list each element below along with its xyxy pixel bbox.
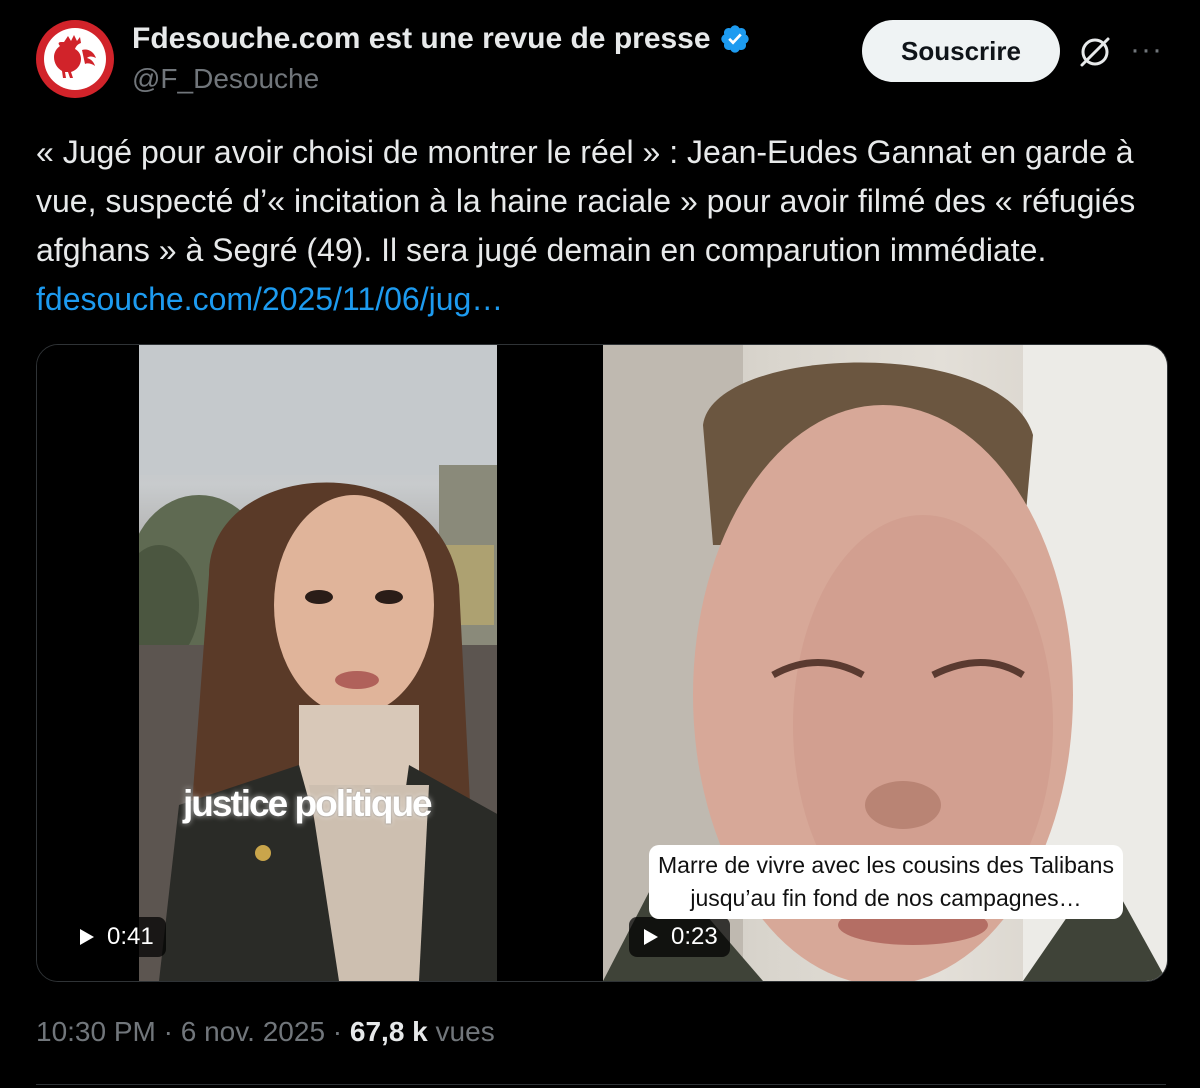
- avatar[interactable]: [36, 20, 114, 98]
- tweet-time[interactable]: 10:30 PM: [36, 1016, 156, 1047]
- tweet-link[interactable]: fdesouche.com/2025/11/06/jug…: [36, 281, 503, 317]
- author-display-name[interactable]: Fdesouche.com est une revue de presse: [132, 22, 711, 56]
- more-options-icon[interactable]: ···: [1130, 30, 1166, 70]
- video-1-thumbnail: [139, 345, 497, 981]
- tweet-date[interactable]: 6 nov. 2025: [181, 1016, 325, 1047]
- verified-badge-icon: [720, 25, 749, 53]
- tweet-body: « Jugé pour avoir choisi de montrer le r…: [36, 134, 1136, 268]
- tweet-text: « Jugé pour avoir choisi de montrer le r…: [36, 128, 1176, 324]
- video-1-duration: 0:41: [107, 923, 154, 950]
- video-2-caption: Marre de vivre avec les cousins des Tali…: [649, 845, 1123, 919]
- meta-separator: ·: [155, 1016, 181, 1047]
- video-1-image: [139, 345, 497, 981]
- play-icon: [644, 929, 658, 945]
- grok-icon[interactable]: [1076, 33, 1114, 71]
- subscribe-button[interactable]: Souscrire: [862, 20, 1060, 82]
- media-grid: justice politique 0:41 0:23 Marre de viv…: [36, 344, 1168, 982]
- tweet: Fdesouche.com est une revue de presse @F…: [0, 0, 1200, 1088]
- video-2[interactable]: 0:23 Marre de vivre avec les cousins des…: [603, 345, 1167, 981]
- views-label: vues: [435, 1016, 495, 1047]
- video-2-duration: 0:23: [671, 923, 718, 950]
- video-1[interactable]: justice politique 0:41: [37, 345, 599, 981]
- views-count[interactable]: 67,8 k: [350, 1016, 428, 1047]
- play-icon: [80, 929, 94, 945]
- author-handle[interactable]: @F_Desouche: [132, 63, 319, 95]
- meta-separator-2: ·: [325, 1016, 350, 1047]
- video-2-duration-badge: 0:23: [629, 917, 730, 957]
- rooster-logo-icon: [54, 35, 96, 78]
- author-name-row[interactable]: Fdesouche.com est une revue de presse: [132, 22, 751, 56]
- video-1-duration-badge: 0:41: [65, 917, 166, 957]
- tweet-meta: 10:30 PM · 6 nov. 2025 · 67,8 k vues: [36, 1016, 495, 1048]
- divider: [36, 1084, 1166, 1085]
- video-1-overlay-text: justice politique: [183, 783, 433, 824]
